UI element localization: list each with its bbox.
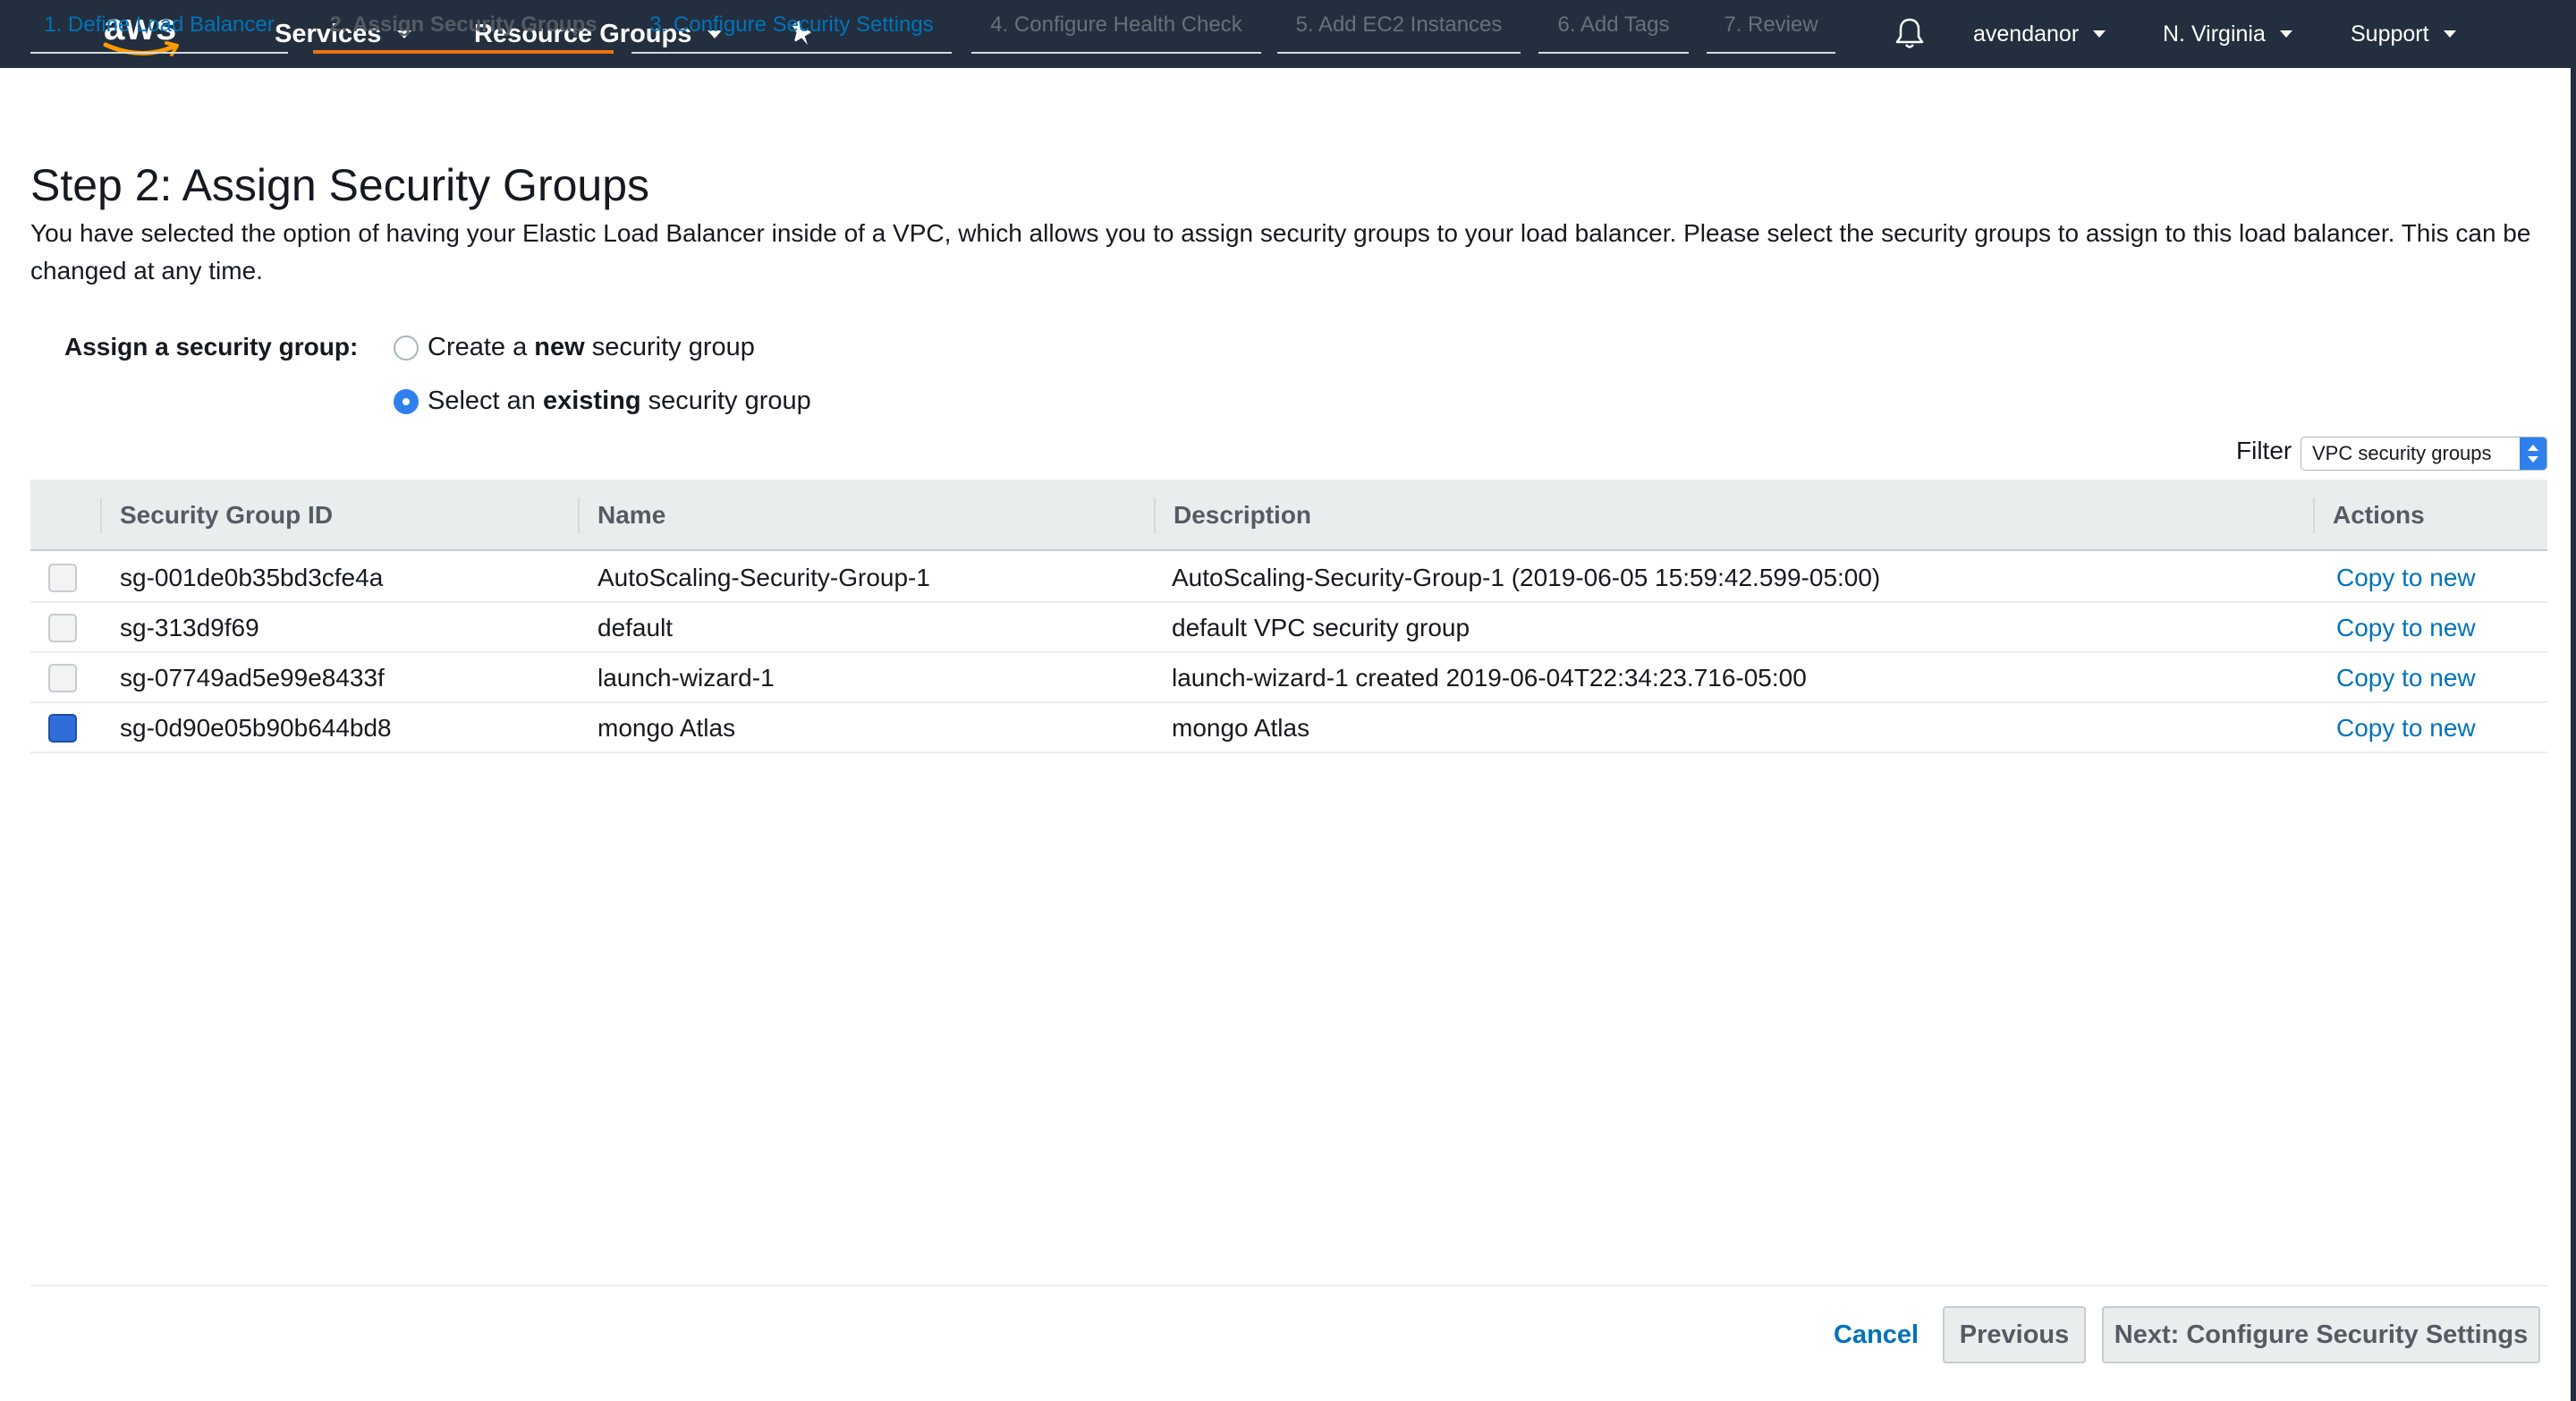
security-group-name: mongo Atlas [597,714,736,742]
radio-create-new-security-group[interactable]: Create a new security group [394,333,755,362]
row-checkbox[interactable] [48,614,77,642]
filter-select[interactable]: VPC security groups [2301,437,2547,471]
chevron-down-icon [2443,30,2456,38]
filter-label: Filter [2236,437,2292,464]
security-group-description: mongo Atlas [1172,714,1310,742]
table-row[interactable]: sg-07749ad5e99e8433f launch-wizard-1 lau… [30,653,2547,703]
copy-to-new-link[interactable]: Copy to new [2336,603,2476,653]
support-menu[interactable]: Support [2351,0,2456,68]
security-group-id: sg-001de0b35bd3cfe4a [120,564,384,591]
filter-value: VPC security groups [2312,442,2492,464]
header-description[interactable]: Description [1156,480,1311,551]
tab-label: 3. Configure Security Settings [649,13,934,37]
header-name[interactable]: Name [580,480,665,551]
security-group-name: AutoScaling-Security-Group-1 [597,564,930,591]
copy-to-new-link[interactable]: Copy to new [2336,553,2476,603]
tab-configure-security-settings[interactable]: 3. Configure Security Settings [631,0,952,54]
chevron-down-icon [2279,30,2292,38]
assign-security-group-label: Assign a security group: [64,333,359,361]
previous-button[interactable]: Previous [1943,1306,2086,1363]
tab-label: 6. Add Tags [1557,13,1670,37]
radio-button-selected[interactable] [394,388,419,414]
copy-to-new-link[interactable]: Copy to new [2336,703,2476,753]
tab-label: 7. Review [1724,13,1818,37]
security-group-id: sg-313d9f69 [120,614,259,641]
security-group-name: default [597,614,674,641]
tab-add-tags: 6. Add Tags [1538,0,1689,54]
radio-select-existing-security-group[interactable]: Select an existing security group [394,386,811,416]
security-group-description: default VPC security group [1172,614,1470,641]
radio-button[interactable] [394,335,419,361]
radio-label: Create a new security group [428,333,755,361]
user-name: avendanor [1973,21,2080,47]
window-edge [2571,68,2576,1401]
row-checkbox[interactable] [48,564,77,592]
security-group-description: launch-wizard-1 created 2019-06-04T22:34… [1172,664,1807,692]
copy-to-new-link[interactable]: Copy to new [2336,653,2476,703]
page-description: You have selected the option of having y… [30,219,2531,284]
radio-label: Select an existing security group [428,386,811,415]
tab-assign-security-groups[interactable]: 2. Assign Security Groups [313,0,614,54]
header-actions: Actions [2333,501,2425,529]
tab-label: 5. Add EC2 Instances [1295,13,1503,37]
row-checkbox-checked[interactable] [48,714,77,743]
bell-icon [1895,18,1924,48]
security-group-name: launch-wizard-1 [597,664,775,692]
notifications-button[interactable] [1894,0,1925,68]
tab-label: 1. Define Load Balancer [44,13,275,37]
user-menu[interactable]: avendanor [1973,0,2106,68]
select-stepper-icon [2520,437,2546,470]
header-select-column [30,480,100,551]
table-row[interactable]: sg-001de0b35bd3cfe4a AutoScaling-Securit… [30,553,2547,603]
support-label: Support [2351,21,2429,47]
region-name: N. Virginia [2163,21,2266,47]
next-configure-security-settings-button[interactable]: Next: Configure Security Settings [2102,1306,2540,1363]
tab-label: 4. Configure Health Check [990,13,1242,37]
cancel-button[interactable]: Cancel [1834,1312,1919,1358]
tab-review: 7. Review [1707,0,1835,54]
chevron-down-icon [2093,30,2106,38]
tab-configure-health-check: 4. Configure Health Check [971,0,1261,54]
security-group-id: sg-07749ad5e99e8433f [120,664,385,692]
footer-divider [30,1285,2547,1286]
page-title: Step 2: Assign Security Groups [30,160,650,210]
security-group-description: AutoScaling-Security-Group-1 (2019-06-05… [1172,564,1881,591]
table-row-selected[interactable]: sg-0d90e05b90b644bd8 mongo Atlas mongo A… [30,703,2547,753]
header-security-group-id[interactable]: Security Group ID [102,480,333,551]
tab-label: 2. Assign Security Groups [329,13,597,37]
row-checkbox[interactable] [48,664,77,692]
table-row[interactable]: sg-313d9f69 default default VPC security… [30,603,2547,653]
tab-add-ec2-instances: 5. Add EC2 Instances [1277,0,1521,54]
table-header: Security Group ID Name Description Actio… [30,480,2547,551]
security-group-id: sg-0d90e05b90b644bd8 [120,714,392,742]
tab-define-load-balancer[interactable]: 1. Define Load Balancer [30,0,288,54]
region-menu[interactable]: N. Virginia [2163,0,2292,68]
